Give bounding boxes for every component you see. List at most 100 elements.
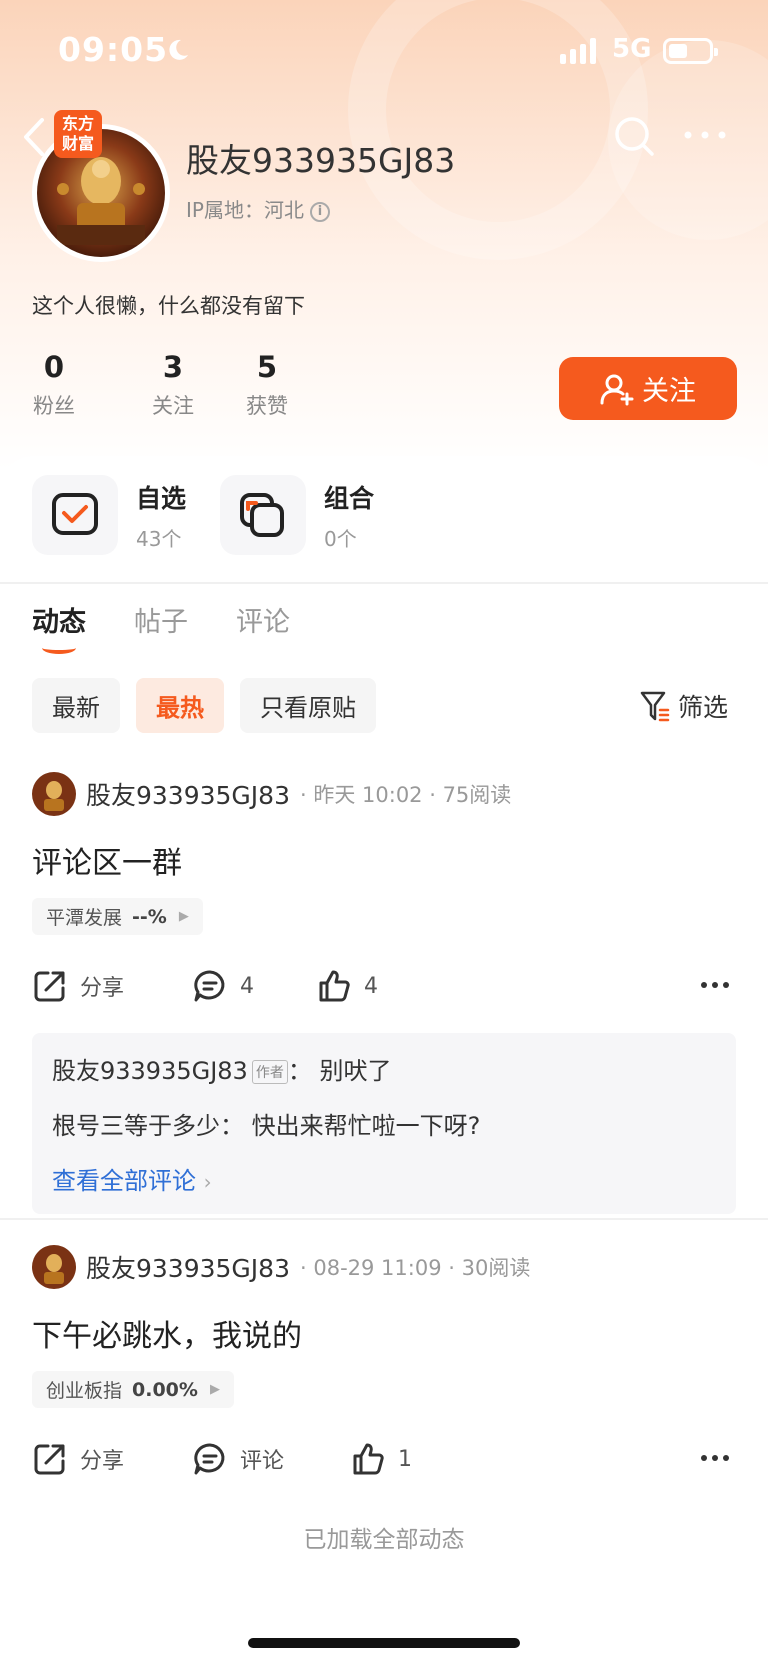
moon-icon bbox=[169, 39, 188, 60]
stat-following[interactable]: 3 关注 bbox=[126, 350, 220, 420]
post-author-avatar[interactable] bbox=[32, 772, 76, 816]
home-indicator[interactable] bbox=[248, 1638, 520, 1648]
view-all-comments-link[interactable]: 查看全部评论 › bbox=[52, 1161, 716, 1196]
comment-label: 评论 bbox=[240, 1449, 285, 1474]
like-button[interactable]: 4 bbox=[316, 968, 378, 1004]
comment-item: 股友933935GJ83 作者： 别吠了 bbox=[52, 1057, 392, 1085]
tab-activity[interactable]: 动态 bbox=[32, 600, 86, 654]
post-title[interactable]: 下午必跳水，我说的 bbox=[32, 1311, 736, 1355]
profile-stats: 0 粉丝 3 关注 5 获赞 bbox=[32, 350, 314, 420]
brand-badge: 东方财富 bbox=[54, 110, 102, 158]
stat-label: 关注 bbox=[152, 394, 194, 418]
post-actions: 分享 评论 1 bbox=[32, 1434, 736, 1484]
comment-button[interactable]: 4 bbox=[192, 968, 316, 1004]
stock-change: --% bbox=[132, 905, 167, 928]
filter-label: 筛选 bbox=[678, 693, 729, 722]
username: 股友933935GJ83 bbox=[186, 141, 456, 180]
comment-text: 别吠了 bbox=[319, 1057, 392, 1085]
divider bbox=[0, 1218, 768, 1220]
stat-label: 获赞 bbox=[246, 394, 288, 418]
follow-button[interactable]: 关注 bbox=[559, 357, 737, 420]
post-meta: · 昨天 10:02 · 75阅读 bbox=[300, 783, 512, 807]
divider bbox=[0, 582, 768, 584]
thumbs-up-icon bbox=[319, 970, 350, 1002]
post-card[interactable]: 股友933935GJ83 · 昨天 10:02 · 75阅读 评论区一群 平潭发… bbox=[32, 772, 736, 1214]
comment-preview[interactable]: 股友933935GJ83 作者： 别吠了 根号三等于多少： 快出来帮忙啦一下呀? … bbox=[32, 1033, 736, 1214]
comment-icon bbox=[194, 970, 225, 1002]
comment-author[interactable]: 股友933935GJ83 bbox=[52, 1057, 248, 1085]
stock-change: 0.00% bbox=[132, 1378, 198, 1401]
quick-entry-watchlist[interactable]: 自选 43个 bbox=[32, 475, 186, 555]
stat-label: 粉丝 bbox=[33, 394, 75, 418]
share-label: 分享 bbox=[80, 1449, 125, 1474]
comment-icon bbox=[194, 1443, 225, 1475]
stock-name: 平潭发展 bbox=[46, 907, 123, 929]
share-icon bbox=[34, 971, 65, 1002]
bio: 这个人很懒，什么都没有留下 bbox=[32, 294, 305, 318]
search-icon[interactable] bbox=[612, 114, 656, 158]
brand-badge-text: 东方财富 bbox=[61, 114, 94, 153]
filter-icon bbox=[640, 691, 670, 722]
share-icon bbox=[34, 1444, 65, 1475]
chip-latest[interactable]: 最新 bbox=[32, 678, 120, 733]
follow-button-label: 关注 bbox=[642, 376, 696, 407]
quick-entry-count: 0个 bbox=[324, 526, 357, 551]
caret-right-icon: ▶ bbox=[178, 909, 189, 924]
share-button[interactable]: 分享 bbox=[32, 1441, 192, 1477]
post-actions: 分享 4 4 bbox=[32, 961, 736, 1011]
sort-chips: 最新 最热 只看原贴 bbox=[32, 678, 392, 733]
content-tabs: 动态 帖子 评论 bbox=[32, 600, 338, 654]
signal-icon bbox=[560, 38, 596, 64]
more-options-icon[interactable] bbox=[700, 973, 730, 997]
chevron-right-icon: › bbox=[203, 1170, 212, 1194]
post-author-avatar[interactable] bbox=[32, 1245, 76, 1289]
add-user-icon bbox=[600, 374, 634, 405]
tab-comments[interactable]: 评论 bbox=[236, 600, 290, 639]
stat-fans[interactable]: 0 粉丝 bbox=[32, 350, 76, 420]
stock-name: 创业板指 bbox=[46, 1380, 123, 1402]
thumbs-up-icon bbox=[353, 1443, 384, 1475]
like-count: 4 bbox=[364, 973, 378, 999]
stat-value: 3 bbox=[162, 350, 184, 384]
chip-hottest[interactable]: 最热 bbox=[136, 678, 224, 733]
post-author[interactable]: 股友933935GJ83 bbox=[86, 776, 290, 812]
chip-original-only[interactable]: 只看原贴 bbox=[240, 678, 376, 733]
post-meta: · 08-29 11:09 · 30阅读 bbox=[300, 1256, 531, 1280]
quick-entry-count: 43个 bbox=[136, 526, 182, 551]
network-type: 5G bbox=[612, 34, 652, 64]
post-author[interactable]: 股友933935GJ83 bbox=[86, 1249, 290, 1285]
battery-icon bbox=[663, 38, 718, 64]
post-card[interactable]: 股友933935GJ83 · 08-29 11:09 · 30阅读 下午必跳水，… bbox=[32, 1245, 736, 1484]
comment-text: 快出来帮忙啦一下呀? bbox=[251, 1112, 481, 1140]
ip-location-text: IP属地：河北 bbox=[186, 198, 304, 222]
share-button[interactable]: 分享 bbox=[32, 968, 192, 1004]
stock-tag[interactable]: 平潭发展 --% ▶ bbox=[32, 898, 203, 935]
more-options-icon[interactable] bbox=[700, 1446, 730, 1470]
post-title[interactable]: 评论区一群 bbox=[32, 838, 736, 882]
stat-likes[interactable]: 5 获赞 bbox=[220, 350, 314, 420]
view-all-label: 查看全部评论 bbox=[52, 1167, 196, 1195]
caret-right-icon: ▶ bbox=[209, 1382, 220, 1397]
like-button[interactable]: 1 bbox=[350, 1441, 412, 1477]
end-of-feed-text: 已加载全部动态 bbox=[303, 1527, 465, 1553]
quick-entry-portfolio[interactable]: 组合 0个 bbox=[220, 475, 374, 555]
quick-entry-title: 组合 bbox=[324, 483, 375, 513]
portfolio-icon bbox=[220, 475, 306, 555]
comment-button[interactable]: 评论 bbox=[192, 1441, 350, 1477]
quick-entry-title: 自选 bbox=[136, 483, 187, 513]
status-bar: 09:05 5G bbox=[0, 0, 768, 100]
author-badge: 作者 bbox=[251, 1060, 288, 1084]
stock-tag[interactable]: 创业板指 0.00% ▶ bbox=[32, 1371, 234, 1408]
comment-author[interactable]: 根号三等于多少 bbox=[52, 1112, 220, 1140]
tab-posts[interactable]: 帖子 bbox=[134, 600, 188, 639]
filter-button[interactable]: 筛选 bbox=[640, 688, 728, 724]
ip-location: IP属地：河北 i bbox=[186, 194, 330, 223]
watchlist-icon bbox=[32, 475, 118, 555]
comment-count: 4 bbox=[240, 973, 254, 999]
more-options-icon[interactable] bbox=[682, 120, 728, 150]
comment-item: 根号三等于多少： 快出来帮忙啦一下呀? bbox=[52, 1112, 481, 1140]
stat-value: 0 bbox=[43, 350, 65, 384]
share-label: 分享 bbox=[80, 976, 125, 1001]
info-icon[interactable]: i bbox=[309, 201, 330, 222]
status-time: 09:05 bbox=[58, 30, 169, 69]
